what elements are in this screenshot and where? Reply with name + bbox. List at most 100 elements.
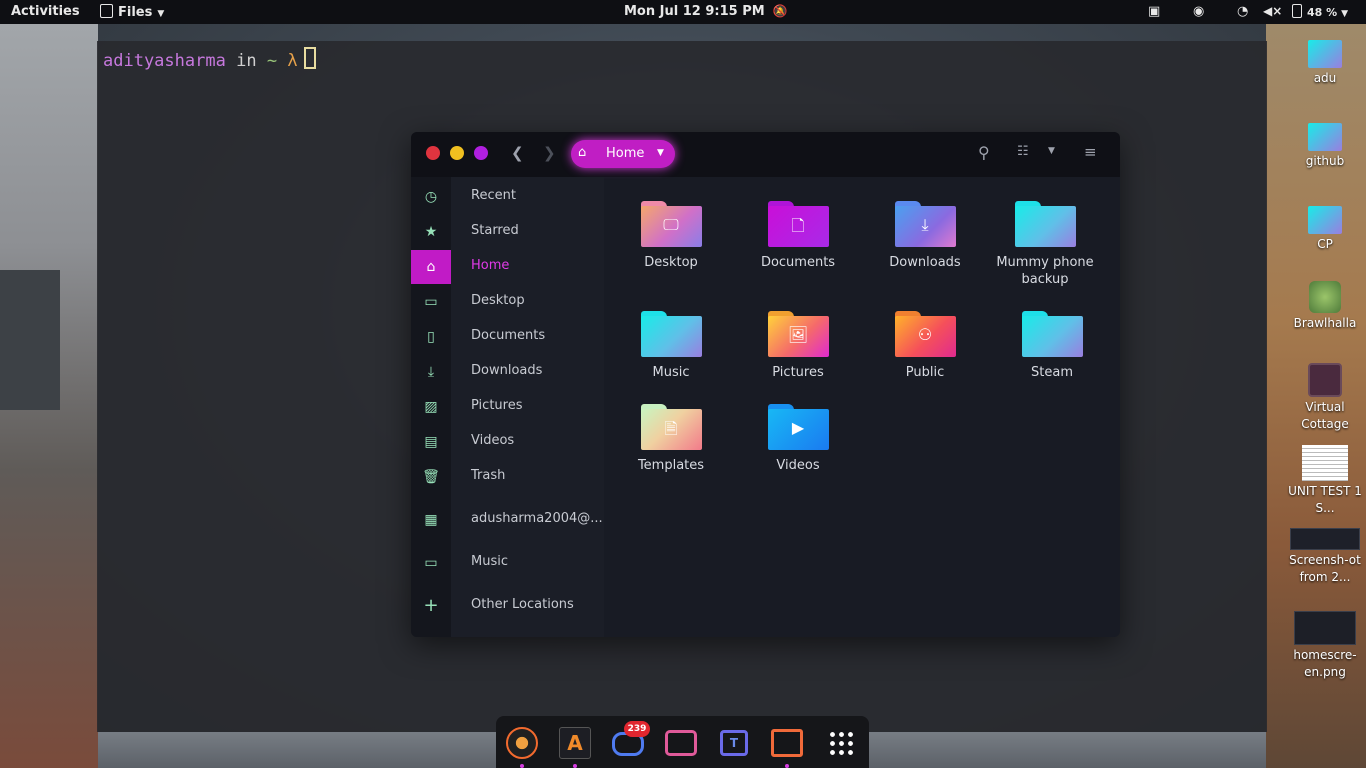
plus-icon: + xyxy=(423,595,439,616)
discord-tray-icon[interactable]: ◉ xyxy=(1193,4,1204,19)
folder-label: Downloads xyxy=(889,255,961,270)
folder-public[interactable]: ⚇ Public xyxy=(870,311,980,381)
dock-teams[interactable]: T xyxy=(716,726,752,760)
path-home-button[interactable]: ⌂ Home ▼ xyxy=(571,140,675,168)
dock-alacritty-terminal[interactable]: A xyxy=(557,726,593,768)
image-icon: 🖼 xyxy=(787,325,809,344)
sidebar-item-downloads[interactable]: ⤓ Downloads xyxy=(411,355,604,389)
battery-indicator[interactable]: 48 % ▼ xyxy=(1292,4,1348,20)
desktop-icon-homescreen[interactable]: homescre-en.png xyxy=(1288,611,1362,681)
list-view-icon[interactable]: ☷ xyxy=(1017,144,1029,159)
desktop-icon-unit-test[interactable]: UNIT TEST 1 S... xyxy=(1288,445,1362,517)
brave-lion-icon xyxy=(506,727,538,759)
close-button[interactable] xyxy=(426,146,440,160)
sidebar-item-label: Recent xyxy=(471,188,516,203)
battery-icon xyxy=(1292,4,1302,18)
folder-icon xyxy=(1308,206,1342,234)
minimize-button[interactable] xyxy=(450,146,464,160)
path-label: Home xyxy=(606,146,645,161)
sidebar-item-pictures[interactable]: ▨ Pictures xyxy=(411,390,604,424)
sidebar-item-label: Downloads xyxy=(471,363,543,378)
download-icon: ⤓ xyxy=(921,215,929,234)
clock-icon: ◷ xyxy=(424,189,438,205)
terminal-prompt: adityasharma in ~ λ xyxy=(103,47,316,71)
activities-button[interactable]: Activities xyxy=(11,4,80,19)
folder-desktop[interactable]: 🖵 Desktop xyxy=(616,201,726,271)
battery-percentage: 48 % xyxy=(1307,6,1338,19)
chevron-down-icon: ▼ xyxy=(1341,9,1349,19)
clock[interactable]: Mon Jul 12 9:15 PM 🔕 xyxy=(624,4,788,19)
hamburger-menu-icon[interactable]: ≡ xyxy=(1084,143,1097,161)
desktop-icon-adu[interactable]: adu xyxy=(1288,40,1362,87)
files-app-icon xyxy=(100,4,113,18)
folder-templates[interactable]: 🗎 Templates xyxy=(616,404,726,474)
files-window: ❮ ❯ ⌂ Home ▼ ⚲ ☷ ▼ ≡ ◷ Recent ★ Starred ⌂ H… xyxy=(411,132,1120,637)
sidebar-item-recent[interactable]: ◷ Recent xyxy=(411,180,604,214)
top-bar: Activities Files ▼ Mon Jul 12 9:15 PM 🔕 ▣ … xyxy=(0,0,1366,24)
sidebar-item-desktop[interactable]: ▭ Desktop xyxy=(411,285,604,319)
folder-grid: 🖵 Desktop 🗋 Documents ⤓ Downloads Mummy … xyxy=(604,177,1120,637)
desktop-icon-brawlhalla[interactable]: Brawlhalla xyxy=(1288,281,1362,332)
document-icon: 🗋 xyxy=(791,216,805,235)
folder-icon xyxy=(1308,123,1342,151)
folder-steam[interactable]: Steam xyxy=(997,311,1107,381)
folder-label: Music xyxy=(652,365,690,380)
prompt-dir: ~ xyxy=(266,51,278,71)
folder-icon xyxy=(1021,311,1083,357)
desktop-icon-label: CP xyxy=(1317,237,1333,251)
download-icon: ⤓ xyxy=(427,364,435,380)
sidebar-item-label: Videos xyxy=(471,433,515,448)
screenshot-thumbnail-icon xyxy=(1290,528,1360,550)
volume-muted-icon[interactable]: ◀× xyxy=(1263,4,1282,18)
folder-label: Pictures xyxy=(772,365,824,380)
sidebar-item-label: adusharma2004@... xyxy=(471,511,603,526)
sidebar-item-music[interactable]: ▭ Music xyxy=(411,546,604,580)
desktop-icon-cp[interactable]: CP xyxy=(1288,206,1362,253)
desktop-icon-label: adu xyxy=(1313,71,1337,85)
dock: A 239 T xyxy=(496,716,869,768)
home-icon: ⌂ xyxy=(426,259,436,275)
prompt-user: adityasharma xyxy=(103,51,226,71)
folder-documents[interactable]: 🗋 Documents xyxy=(743,201,853,271)
sidebar-item-label: Starred xyxy=(471,223,519,238)
back-arrow-icon[interactable]: ❮ xyxy=(511,144,524,162)
maximize-button[interactable] xyxy=(474,146,488,160)
folder-label: Documents xyxy=(760,255,836,270)
folder-icon: ⚇ xyxy=(894,311,956,357)
folder-mummy-phone-backup[interactable]: Mummy phone backup xyxy=(990,201,1100,288)
sidebar-item-videos[interactable]: ▤ Videos xyxy=(411,425,604,459)
wifi-icon[interactable]: ◔ xyxy=(1237,4,1248,19)
desktop-icon-virtual-cottage[interactable]: Virtual Cottage xyxy=(1288,363,1362,433)
screen-share-icon[interactable]: ▣ xyxy=(1148,4,1160,19)
desktop-icon-label: Virtual Cottage xyxy=(1301,400,1349,431)
folder-music[interactable]: Music xyxy=(616,311,726,381)
search-icon[interactable]: ⚲ xyxy=(978,143,990,162)
sidebar-item-starred[interactable]: ★ Starred xyxy=(411,215,604,249)
camera-icon xyxy=(665,730,697,756)
sidebar-item-other-locations[interactable]: + Other Locations xyxy=(411,589,604,623)
sidebar-item-online-account[interactable]: ▦ adusharma2004@... xyxy=(411,503,604,537)
monitor-icon: 🖵 xyxy=(663,215,679,234)
brawlhalla-icon xyxy=(1309,281,1341,313)
folder-icon: ▭ xyxy=(424,555,438,571)
sidebar-item-documents[interactable]: ▯ Documents xyxy=(411,320,604,354)
folder-pictures[interactable]: 🖼 Pictures xyxy=(743,311,853,381)
files-app-menu[interactable]: Files ▼ xyxy=(100,4,164,20)
folder-videos[interactable]: ▶ Videos xyxy=(743,404,853,474)
folder-icon: ▶ xyxy=(767,404,829,450)
sidebar-item-home[interactable]: ⌂ Home xyxy=(411,250,604,284)
folder-downloads[interactable]: ⤓ Downloads xyxy=(870,201,980,271)
forward-arrow-icon[interactable]: ❯ xyxy=(543,144,556,162)
dock-brave-browser[interactable] xyxy=(504,726,540,768)
desktop-icon-github[interactable]: github xyxy=(1288,123,1362,170)
dock-files[interactable] xyxy=(769,726,805,768)
desktop-icon-screenshot[interactable]: Screensh-ot from 2... xyxy=(1288,528,1362,586)
sidebar-item-label: Music xyxy=(471,554,508,569)
chevron-down-icon[interactable]: ▼ xyxy=(1048,146,1055,156)
desktop-icon-label: Screensh-ot from 2... xyxy=(1289,553,1361,584)
dock-screenshot-tool[interactable] xyxy=(663,726,699,760)
dock-show-applications[interactable] xyxy=(822,726,858,760)
desktop-icon-label: Brawlhalla xyxy=(1293,316,1357,330)
sidebar-item-label: Pictures xyxy=(471,398,523,413)
sidebar-item-trash[interactable]: 🗑 Trash xyxy=(411,460,604,494)
